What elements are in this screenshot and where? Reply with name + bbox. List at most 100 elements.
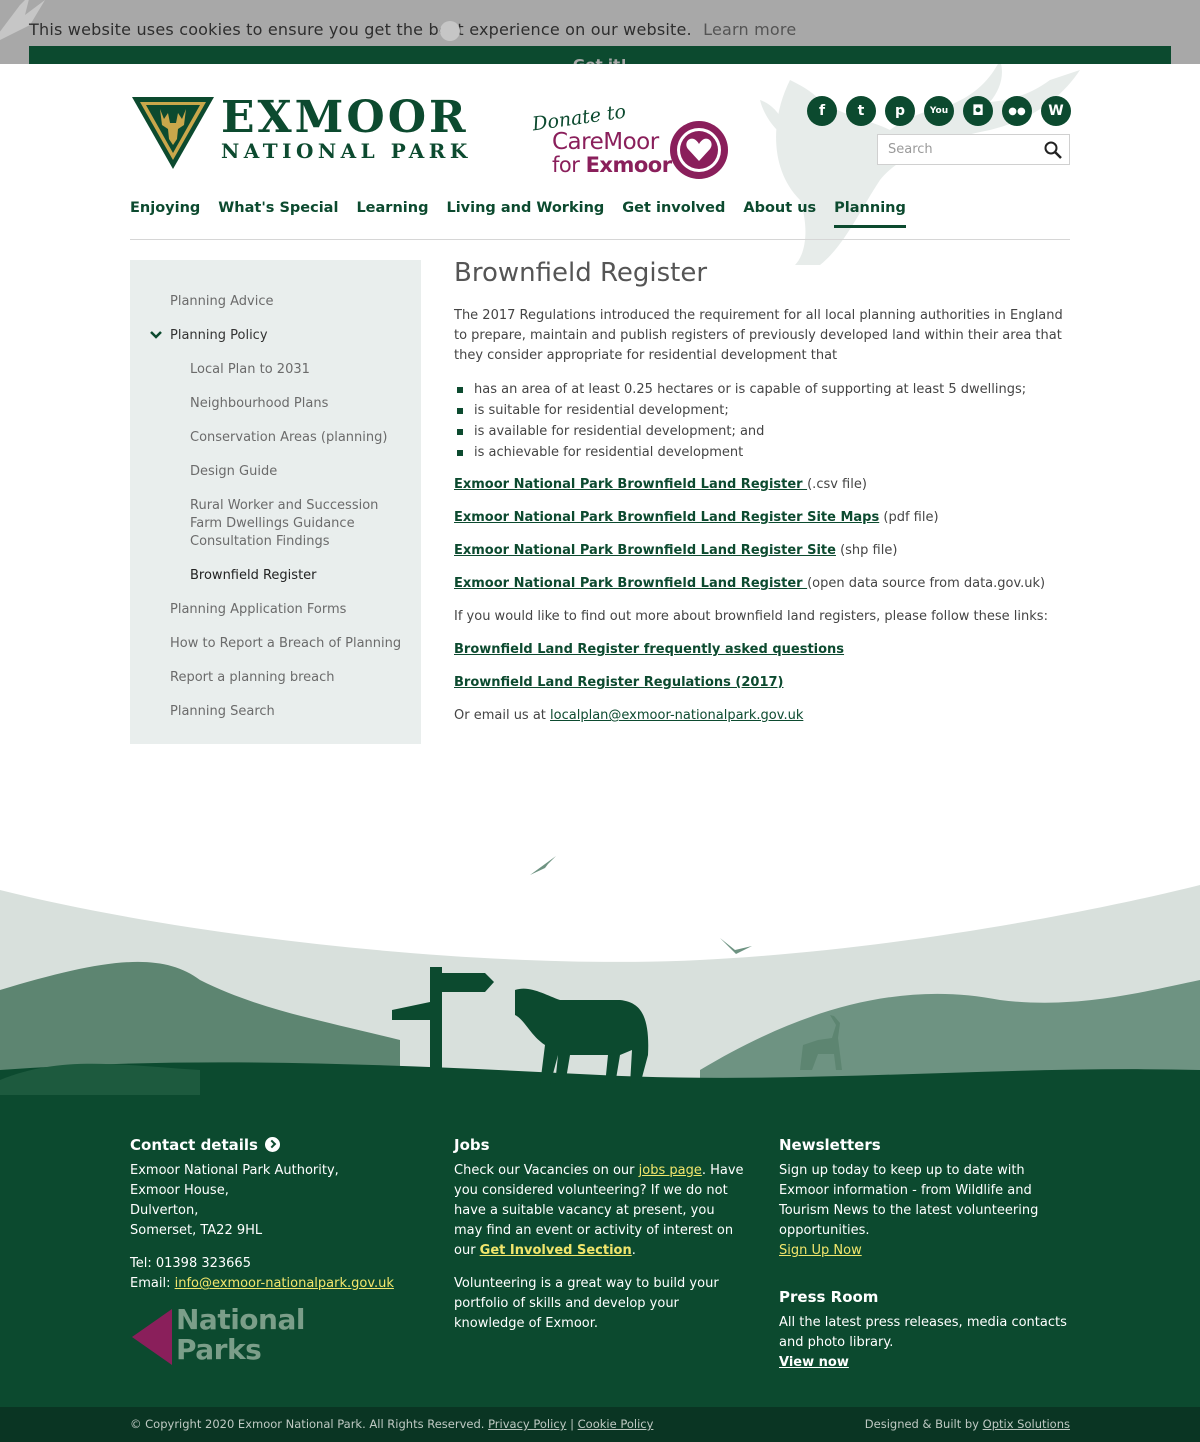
download-open-data: Exmoor National Park Brownfield Land Reg… (454, 576, 1046, 591)
stag-shield-icon (132, 97, 214, 169)
faq-link[interactable]: Brownfield Land Register frequently aske… (454, 642, 844, 657)
footer-contact: Contact details Exmoor National Park Aut… (130, 1135, 420, 1307)
landscape-illustration (0, 856, 1200, 1100)
jobs-text: Check our Vacancies on our jobs page. Ha… (454, 1163, 744, 1258)
nav-item-learning[interactable]: Learning (356, 200, 428, 228)
search-box (877, 134, 1070, 165)
download-shp: Exmoor National Park Brownfield Land Reg… (454, 543, 898, 558)
view-now-link[interactable]: View now (779, 1355, 849, 1370)
list-item: is available for residential development… (454, 421, 1070, 442)
newsletters-heading: Newsletters (779, 1136, 881, 1154)
sidebar-item-planning-advice[interactable]: Planning Advice (130, 293, 421, 327)
nav-item-whats-special[interactable]: What's Special (218, 200, 338, 228)
regs-paragraph: Brownfield Land Register Regulations (20… (454, 673, 1070, 693)
intro-paragraph: The 2017 Regulations introduced the requ… (454, 308, 1063, 363)
sidebar-item-planning-policy[interactable]: Planning Policy (130, 327, 421, 361)
sidebar-item-report-breach-how[interactable]: How to Report a Breach of Planning (130, 635, 421, 669)
brownfield-shp-link[interactable]: Exmoor National Park Brownfield Land Reg… (454, 543, 836, 558)
sidebar-item-conservation-areas[interactable]: Conservation Areas (planning) (130, 429, 421, 463)
list-item: is achievable for residential developmen… (454, 442, 1070, 463)
jobs-heading: Jobs (454, 1136, 490, 1154)
email-paragraph: Or email us at localplan@exmoor-national… (454, 708, 804, 723)
download-pdf: Exmoor National Park Brownfield Land Reg… (454, 510, 939, 525)
jobs-page-link[interactable]: jobs page (639, 1163, 702, 1178)
nav-item-living-and-working[interactable]: Living and Working (446, 200, 604, 228)
arrow-right-icon (264, 1137, 280, 1152)
download-csv: Exmoor National Park Brownfield Land Reg… (454, 477, 867, 492)
contact-phone-email: Tel: 01398 323665 Email: info@exmoor-nat… (130, 1256, 394, 1291)
get-involved-link[interactable]: Get Involved Section (480, 1243, 632, 1258)
youtube-icon[interactable]: You (924, 96, 954, 126)
logo-subtitle: NATIONAL PARK (221, 139, 472, 163)
for-exmoor-label: for Exmoor (552, 153, 672, 177)
main-content: Brownfield Register The 2017 Regulations… (454, 258, 1070, 739)
nav-item-get-involved[interactable]: Get involved (622, 200, 725, 228)
sidebar-item-brownfield-register[interactable]: Brownfield Register (130, 567, 421, 601)
sidebar-item-rural-worker[interactable]: Rural Worker and Succession Farm Dwellin… (130, 497, 421, 567)
donate-caremoor-banner[interactable]: Donate to CareMoor for Exmoor (530, 101, 735, 183)
cookie-banner: This website uses cookies to ensure you … (0, 0, 1200, 64)
brownfield-site-maps-link[interactable]: Exmoor National Park Brownfield Land Reg… (454, 510, 879, 525)
sidebar-item-report-breach[interactable]: Report a planning breach (130, 669, 421, 703)
sign-up-link[interactable]: Sign Up Now (779, 1243, 862, 1258)
caremoor-label: CareMoor (552, 129, 659, 155)
press-text: All the latest press releases, media con… (779, 1315, 1067, 1370)
cookie-policy-link[interactable]: Cookie Policy (578, 1417, 654, 1431)
logo-title: EXMOOR (221, 92, 469, 143)
social-links: f t p You ◘ ●● W (807, 96, 1071, 126)
heart-icon (670, 121, 728, 179)
pinterest-icon[interactable]: p (885, 96, 915, 126)
volunteering-text: Volunteering is a great way to build you… (454, 1276, 719, 1331)
sidebar: Planning Advice Planning Policy Local Pl… (130, 260, 421, 744)
brownfield-csv-link[interactable]: Exmoor National Park Brownfield Land Reg… (454, 477, 807, 492)
sidebar-item-application-forms[interactable]: Planning Application Forms (130, 601, 421, 635)
flickr-icon[interactable]: ●● (1002, 96, 1032, 126)
privacy-policy-link[interactable]: Privacy Policy (488, 1417, 566, 1431)
cookie-learn-more-link[interactable]: Learn more (703, 20, 796, 39)
brownfield-open-data-link[interactable]: Exmoor National Park Brownfield Land Reg… (454, 576, 807, 591)
search-input[interactable] (878, 135, 1028, 164)
list-item: has an area of at least 0.25 hectares or… (454, 379, 1070, 400)
sidebar-item-neighbourhood-plans[interactable]: Neighbourhood Plans (130, 395, 421, 429)
email-link[interactable]: localplan@exmoor-nationalpark.gov.uk (550, 708, 803, 723)
page-title: Brownfield Register (454, 258, 708, 288)
copyright: © Copyright 2020 Exmoor National Park. A… (130, 1417, 654, 1431)
sidebar-item-design-guide[interactable]: Design Guide (130, 463, 421, 497)
contact-address: Exmoor National Park Authority, Exmoor H… (130, 1163, 339, 1238)
national-parks-triangle-icon (132, 1309, 172, 1365)
wordpress-icon[interactable]: W (1041, 96, 1071, 126)
sidebar-item-planning-search[interactable]: Planning Search (130, 703, 421, 737)
press-heading: Press Room (779, 1288, 879, 1306)
contact-email-link[interactable]: info@exmoor-nationalpark.gov.uk (175, 1276, 394, 1291)
contact-heading[interactable]: Contact details (130, 1135, 420, 1155)
facebook-icon[interactable]: f (807, 96, 837, 126)
criteria-list: has an area of at least 0.25 hectares or… (454, 379, 1070, 463)
more-info-text: If you would like to find out more about… (454, 609, 1048, 624)
search-icon[interactable] (1044, 141, 1062, 159)
footer-newsletters: Newsletters Sign up today to keep up to … (779, 1135, 1071, 1386)
footer-jobs: Jobs Check our Vacancies on our jobs pag… (454, 1135, 744, 1347)
faq-paragraph: Brownfield Land Register frequently aske… (454, 640, 1070, 660)
sidebar-item-local-plan[interactable]: Local Plan to 2031 (130, 361, 421, 395)
bottom-bar: © Copyright 2020 Exmoor National Park. A… (0, 1407, 1200, 1442)
instagram-icon[interactable]: ◘ (963, 96, 993, 126)
cookie-message: This website uses cookies to ensure you … (29, 20, 797, 39)
newsletters-text: Sign up today to keep up to date with Ex… (779, 1163, 1039, 1258)
nav-divider (130, 239, 1070, 240)
nav-item-planning[interactable]: Planning (834, 200, 906, 228)
exmoor-logo[interactable]: EXMOOR NATIONAL PARK (130, 92, 490, 171)
cookie-close-icon[interactable] (440, 21, 460, 41)
list-item: is suitable for residential development; (454, 400, 1070, 421)
optix-link[interactable]: Optix Solutions (983, 1417, 1070, 1431)
cookie-accept-button[interactable]: Got it! (29, 46, 1171, 64)
sidebar-menu: Planning Advice Planning Policy Local Pl… (130, 260, 421, 737)
nav-item-about-us[interactable]: About us (743, 200, 816, 228)
site-footer: Contact details Exmoor National Park Aut… (0, 1095, 1200, 1407)
main-nav: Enjoying What's Special Learning Living … (130, 200, 906, 228)
national-parks-logo[interactable]: National Parks (130, 1305, 310, 1367)
designer-credit: Designed & Built by Optix Solutions (864, 1417, 1070, 1431)
twitter-icon[interactable]: t (846, 96, 876, 126)
chevron-down-icon (150, 331, 162, 339)
regulations-link[interactable]: Brownfield Land Register Regulations (20… (454, 675, 784, 690)
nav-item-enjoying[interactable]: Enjoying (130, 200, 200, 228)
